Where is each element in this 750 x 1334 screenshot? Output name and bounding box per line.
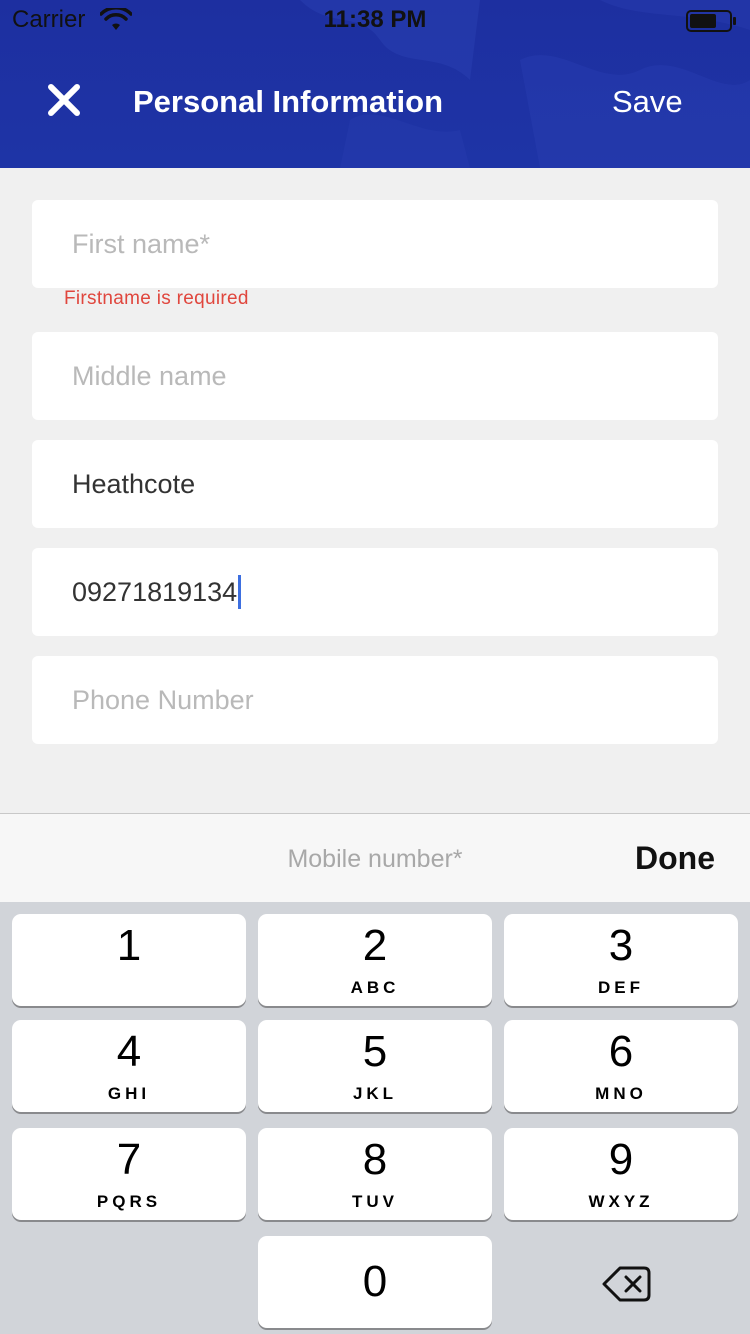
last-name-field[interactable]: Heathcote xyxy=(32,440,718,528)
mobile-number-field[interactable]: 09271819134 xyxy=(32,548,718,636)
key-6[interactable]: 6 MNO xyxy=(504,1020,738,1112)
status-bar: Carrier 11:38 PM xyxy=(0,0,750,40)
key-letters: PQRS xyxy=(96,1192,162,1211)
key-digit: 7 xyxy=(116,1135,142,1184)
key-digit: 0 xyxy=(362,1257,388,1306)
key-9[interactable]: 9 WXYZ xyxy=(504,1128,738,1220)
first-name-field[interactable]: First name* xyxy=(32,200,718,288)
keyboard-accessory-bar: Mobile number* Done xyxy=(0,813,750,902)
key-digit: 8 xyxy=(362,1135,388,1184)
backspace-key[interactable] xyxy=(504,1238,738,1330)
key-letters: JKL xyxy=(352,1084,398,1103)
key-7[interactable]: 7 PQRS xyxy=(12,1128,246,1220)
key-8[interactable]: 8 TUV xyxy=(258,1128,492,1220)
first-name-error: Firstname is required xyxy=(64,288,249,309)
phone-number-field[interactable]: Phone Number xyxy=(32,656,718,744)
status-time: 11:38 PM xyxy=(323,6,427,33)
save-button[interactable]: Save xyxy=(612,84,683,120)
key-5[interactable]: 5 JKL xyxy=(258,1020,492,1112)
key-2[interactable]: 2 ABC xyxy=(258,914,492,1006)
header: Carrier 11:38 PM Personal Information Sa… xyxy=(0,0,750,168)
key-letters: ABC xyxy=(350,978,400,997)
middle-name-field[interactable]: Middle name xyxy=(32,332,718,420)
key-letters: MNO xyxy=(595,1084,647,1103)
key-digit: 9 xyxy=(608,1135,634,1184)
key-digit: 1 xyxy=(116,921,142,970)
key-letters: DEF xyxy=(598,978,644,997)
close-button[interactable] xyxy=(34,70,94,130)
key-digit: 3 xyxy=(608,921,634,970)
phone-number-placeholder: Phone Number xyxy=(72,684,254,715)
key-digit: 5 xyxy=(362,1027,388,1076)
key-letters: TUV xyxy=(352,1192,398,1211)
done-button[interactable]: Done xyxy=(635,840,715,877)
page-title: Personal Information xyxy=(133,84,444,119)
key-4[interactable]: 4 GHI xyxy=(12,1020,246,1112)
key-3[interactable]: 3 DEF xyxy=(504,914,738,1006)
personal-information-screen: Carrier 11:38 PM Personal Information Sa… xyxy=(0,0,750,1334)
key-digit: 4 xyxy=(116,1027,142,1076)
key-letters: GHI xyxy=(107,1084,151,1103)
backspace-icon xyxy=(602,1266,651,1302)
battery-icon xyxy=(686,10,736,32)
key-digit: 6 xyxy=(608,1027,634,1076)
key-1[interactable]: 1 xyxy=(12,914,246,1006)
key-letters: WXYZ xyxy=(588,1192,654,1211)
first-name-placeholder: First name* xyxy=(72,228,211,259)
last-name-value: Heathcote xyxy=(72,468,196,499)
number-pad: 1 2 ABC 3 DEF 4 GHI 5 JKL 6 MNO 7 PQRS 8 xyxy=(0,902,750,1334)
key-digit: 2 xyxy=(362,921,388,970)
nav-bar: Personal Information Save xyxy=(0,62,750,146)
close-icon xyxy=(48,84,80,116)
key-0[interactable]: 0 xyxy=(258,1236,492,1328)
middle-name-placeholder: Middle name xyxy=(72,360,227,391)
text-caret xyxy=(238,575,242,609)
mobile-number-value: 09271819134 xyxy=(72,576,238,607)
